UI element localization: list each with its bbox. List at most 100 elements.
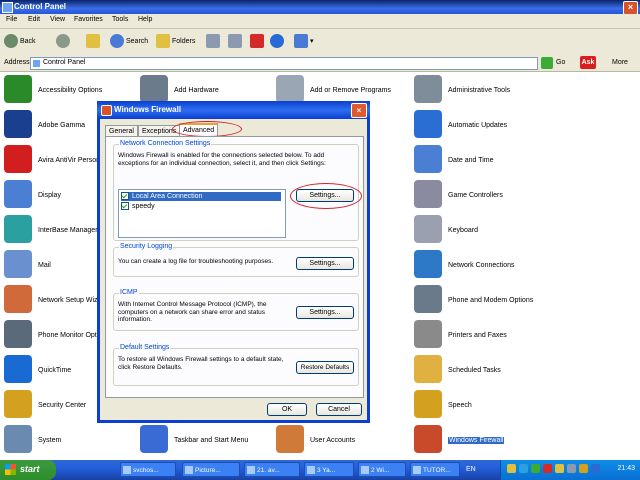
menu-favorites[interactable]: Favorites xyxy=(74,16,103,23)
cp-item-label: Automatic Updates xyxy=(448,122,508,129)
cp-item-label: QuickTime xyxy=(38,367,72,374)
checkbox-checked-icon[interactable] xyxy=(121,192,129,201)
tray-icon[interactable] xyxy=(507,464,516,473)
windows-logo-icon xyxy=(5,464,16,475)
taskbar-item[interactable]: 3 Ya... xyxy=(304,462,354,477)
tray-icon[interactable] xyxy=(579,464,588,473)
clock[interactable]: 21:43 xyxy=(617,465,635,472)
start-button[interactable]: start xyxy=(0,460,56,480)
connection-item[interactable]: speedy xyxy=(121,202,281,211)
address-input[interactable]: Control Panel xyxy=(30,57,538,70)
more-button[interactable]: More xyxy=(612,59,628,66)
tray-icon[interactable] xyxy=(591,464,600,473)
cp-item-label: Taskbar and Start Menu xyxy=(174,437,249,444)
taskbar-item[interactable]: svchos... xyxy=(120,462,176,477)
icmp-settings-button[interactable]: Settings... xyxy=(296,306,354,319)
move-to-icon xyxy=(206,34,220,49)
avira-icon xyxy=(4,145,32,173)
address-label: Address xyxy=(4,59,30,66)
system-tray: 21:43 xyxy=(500,460,640,480)
up-folder-button[interactable] xyxy=(86,34,102,50)
firewall-icon xyxy=(101,105,112,116)
cp-item-label: Scheduled Tasks xyxy=(448,367,501,374)
cancel-button[interactable]: Cancel xyxy=(316,403,362,416)
go-button[interactable]: Go xyxy=(556,59,565,66)
forward-button[interactable] xyxy=(56,34,72,50)
restore-defaults-button[interactable]: Restore Defaults xyxy=(296,361,354,374)
close-window-button[interactable]: × xyxy=(623,1,638,15)
search-button[interactable]: Search xyxy=(110,34,148,50)
user-accounts-icon xyxy=(276,425,304,453)
icmp-group: ICMP With Internet Control Message Proto… xyxy=(113,289,359,331)
group-description: Windows Firewall is enabled for the conn… xyxy=(118,152,326,167)
group-title: ICMP xyxy=(119,289,139,296)
dialog-title: Windows Firewall xyxy=(114,105,182,114)
copy-to-button[interactable] xyxy=(228,34,244,50)
window-title-bar[interactable]: Control Panel × xyxy=(0,0,640,15)
group-title: Security Logging xyxy=(119,243,174,250)
language-indicator[interactable]: EN xyxy=(466,466,476,473)
menu-file[interactable]: File xyxy=(6,16,17,23)
menu-edit[interactable]: Edit xyxy=(28,16,40,23)
administrative-tools-icon xyxy=(414,75,442,103)
control-panel-small-icon xyxy=(33,60,40,67)
logging-settings-button[interactable]: Settings... xyxy=(296,257,354,270)
annotation-ellipse-settings xyxy=(290,183,362,209)
toolbar: Back Search Folders ▾ xyxy=(0,29,640,56)
folders-icon xyxy=(156,34,170,49)
phone-icon xyxy=(414,285,442,313)
display-icon xyxy=(4,180,32,208)
back-button[interactable]: Back xyxy=(4,34,36,50)
group-description: You can create a log file for troublesho… xyxy=(118,258,274,265)
cp-item-label: Windows Firewall xyxy=(448,437,505,444)
move-to-button[interactable] xyxy=(206,34,222,50)
undo-button[interactable] xyxy=(270,34,286,50)
advanced-tab-panel: Network Connection Settings Windows Fire… xyxy=(105,136,364,398)
cp-item-label: Add or Remove Programs xyxy=(310,87,391,94)
undo-icon xyxy=(270,34,284,49)
group-description: With Internet Control Message Protocol (… xyxy=(118,301,267,323)
taskbar-item[interactable]: TUTOR... xyxy=(410,462,460,477)
tray-icon[interactable] xyxy=(543,464,552,473)
go-arrow-icon[interactable] xyxy=(541,57,553,69)
connection-item[interactable]: Local Area Connection xyxy=(121,192,281,201)
delete-button[interactable] xyxy=(250,34,266,50)
tray-icon[interactable] xyxy=(519,464,528,473)
dialog-title-bar[interactable]: Windows Firewall × xyxy=(97,101,370,119)
tray-icon[interactable] xyxy=(531,464,540,473)
cp-item-label: Network Connections xyxy=(448,262,515,269)
clock-icon xyxy=(414,145,442,173)
ask-toolbar-button[interactable]: Ask xyxy=(580,56,596,69)
add-remove-programs-icon xyxy=(276,75,304,103)
delete-icon xyxy=(250,34,264,49)
cp-item-label: System xyxy=(38,437,62,444)
system-icon xyxy=(4,425,32,453)
mail-icon xyxy=(4,250,32,278)
address-value: Control Panel xyxy=(43,59,86,66)
menu-help[interactable]: Help xyxy=(138,16,152,23)
menu-view[interactable]: View xyxy=(50,16,65,23)
checkbox-checked-icon[interactable] xyxy=(121,202,129,211)
views-button[interactable]: ▾ xyxy=(294,34,314,50)
scheduled-tasks-icon xyxy=(414,355,442,383)
cp-item-label: Game Controllers xyxy=(448,192,503,199)
security-logging-group: Security Logging You can create a log fi… xyxy=(113,243,359,277)
folders-button[interactable]: Folders xyxy=(156,34,195,50)
gamepad-icon xyxy=(414,180,442,208)
taskbar-item[interactable]: 2 Wi... xyxy=(358,462,406,477)
menu-bar: File Edit View Favorites Tools Help xyxy=(0,14,640,29)
keyboard-icon xyxy=(414,215,442,243)
ok-button[interactable]: OK xyxy=(267,403,307,416)
taskbar-item[interactable]: 21. av... xyxy=(244,462,300,477)
taskbar-item[interactable]: Picture... xyxy=(182,462,240,477)
dialog-close-button[interactable]: × xyxy=(351,103,367,118)
cp-item-label: Adobe Gamma xyxy=(38,122,86,129)
add-hardware-icon xyxy=(140,75,168,103)
tray-icon[interactable] xyxy=(555,464,564,473)
connection-list[interactable]: Local Area Connection speedy xyxy=(118,189,286,238)
firewall-icon xyxy=(414,425,442,453)
cp-item-label: Display xyxy=(38,192,61,199)
menu-tools[interactable]: Tools xyxy=(112,16,128,23)
tray-icon[interactable] xyxy=(567,464,576,473)
cp-item-label: Administrative Tools xyxy=(448,87,511,94)
